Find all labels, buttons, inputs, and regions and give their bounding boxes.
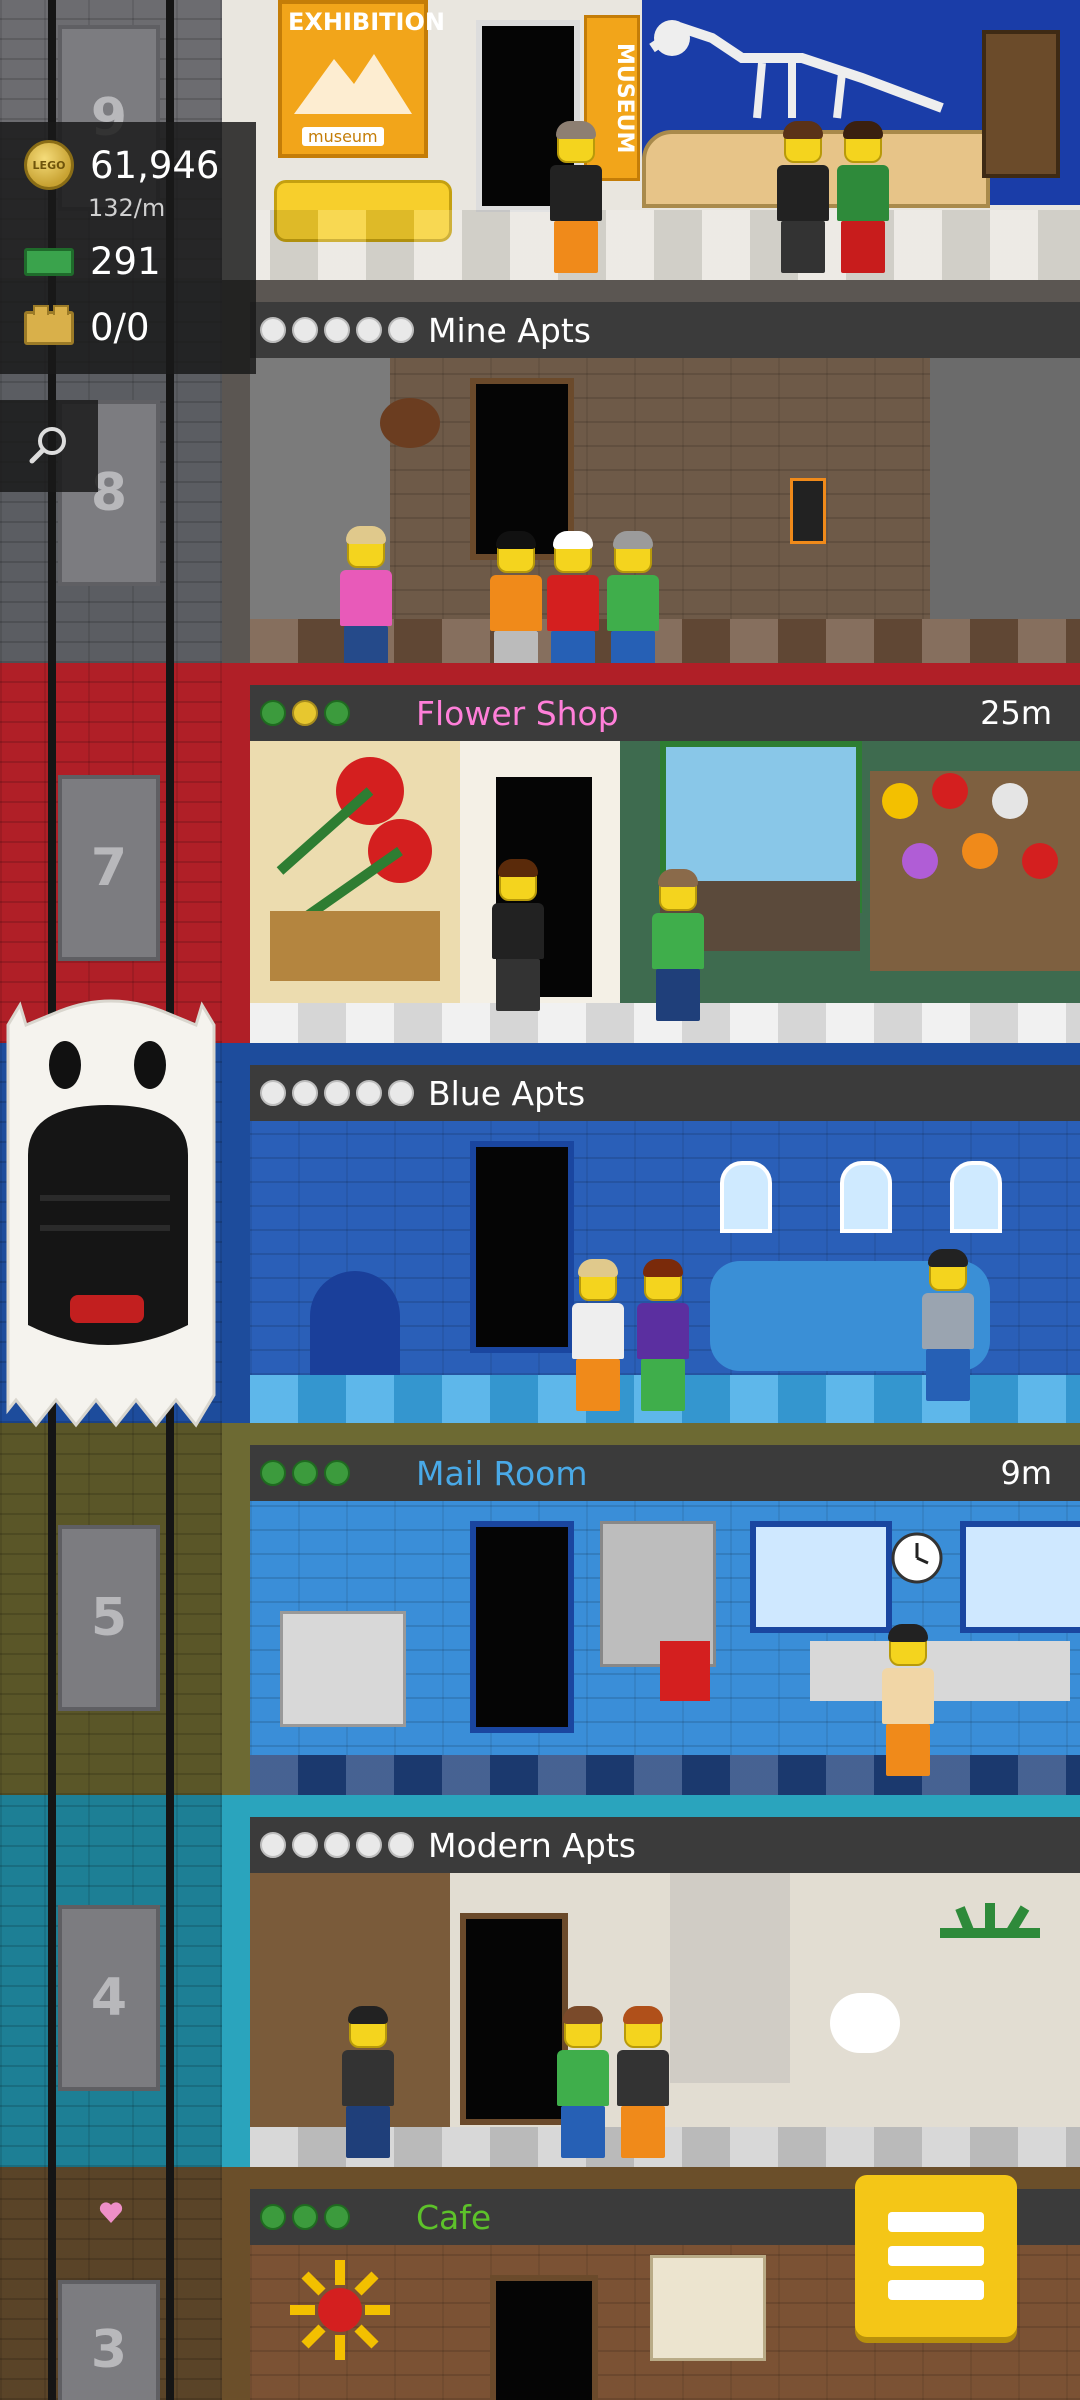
coins-value: 61,946 xyxy=(90,143,220,187)
minifig-resident[interactable] xyxy=(490,531,542,683)
bux-value: 291 xyxy=(90,240,161,283)
lantern xyxy=(790,478,826,544)
elevator-floor-button-5[interactable]: 5 xyxy=(58,1525,160,1711)
cafe-doorway xyxy=(490,2275,598,2400)
floor-name: Mine Apts xyxy=(428,310,592,350)
ghost-icon[interactable] xyxy=(0,995,222,1430)
floor-name: Blue Apts xyxy=(428,1073,586,1113)
exhibition-poster: EXHIBITION museum xyxy=(278,0,445,158)
arched-window xyxy=(720,1161,772,1233)
flower-display xyxy=(870,771,1080,971)
minifig-resident[interactable] xyxy=(557,2006,609,2158)
bricks-counter: 0/0 xyxy=(24,304,150,349)
flower-shelf xyxy=(270,911,440,981)
floor-name: Modern Apts xyxy=(428,1825,636,1865)
mail-doorway xyxy=(470,1521,574,1733)
floor-name: Flower Shop xyxy=(416,693,619,733)
search-button[interactable] xyxy=(0,400,98,492)
resource-panel: LEGO 61,946 132/m 291 0/0 xyxy=(0,122,256,374)
floor-label-mail: Mail Room 9m xyxy=(250,1445,1080,1501)
bricks-value: 0/0 xyxy=(90,306,150,349)
mail-desk xyxy=(810,1641,1070,1701)
coins-counter: LEGO 61,946 xyxy=(24,140,219,190)
blue-table xyxy=(310,1271,400,1381)
coins-rate: 132/m xyxy=(88,194,166,222)
mail-room xyxy=(250,1501,1080,1795)
floor-modern-apts[interactable]: Modern Apts xyxy=(222,1795,1080,2167)
minifig-resident[interactable] xyxy=(637,1259,689,1411)
floor-mail-room[interactable]: Mail Room 9m xyxy=(222,1423,1080,1795)
floor-rating xyxy=(260,1832,420,1858)
museum-floor xyxy=(222,210,1080,280)
mail-window xyxy=(960,1521,1080,1633)
elevator-floor-button-4[interactable]: 4 xyxy=(58,1905,160,2091)
minifig-visitor[interactable] xyxy=(550,121,602,273)
floor-timer: 9m xyxy=(1000,1454,1052,1492)
hat-decor xyxy=(380,398,440,448)
floor-label-flower: Flower Shop 25m xyxy=(250,685,1080,741)
minifig-resident[interactable] xyxy=(340,526,392,678)
museum-room: EXHIBITION museum MUSEUM xyxy=(222,0,1080,280)
plant-icon xyxy=(940,1903,1040,1938)
coin-icon-label: LEGO xyxy=(32,158,66,172)
minifig-visitor[interactable] xyxy=(777,121,829,273)
floor-rating xyxy=(260,1460,356,1486)
menu-icon xyxy=(888,2280,984,2300)
heart-icon xyxy=(99,2202,123,2223)
floor-rating xyxy=(260,317,420,343)
caveman-display xyxy=(982,30,1060,178)
minifig-resident[interactable] xyxy=(547,531,599,683)
floor-rating xyxy=(260,1080,420,1106)
mountain-icon xyxy=(294,54,412,114)
cafe-menu-board xyxy=(650,2255,766,2361)
minifig-customer[interactable] xyxy=(652,869,704,1021)
rock-wall xyxy=(930,358,1080,663)
modern-doorway xyxy=(460,1913,568,2125)
toilet xyxy=(830,1993,900,2053)
minifig-customer[interactable] xyxy=(492,859,544,1011)
floor-label-blue: Blue Apts xyxy=(250,1065,1080,1121)
mailbox xyxy=(660,1641,710,1701)
floor-blue-apts[interactable]: Blue Apts xyxy=(222,1043,1080,1423)
floor-label-mine: Mine Apts xyxy=(250,302,1080,358)
main-menu-button[interactable] xyxy=(855,2175,1017,2337)
mail-window xyxy=(750,1521,892,1633)
floor-rating xyxy=(260,2204,356,2230)
museum-sign-small: museum xyxy=(302,127,384,146)
elevator-floor-button-7[interactable]: 7 xyxy=(58,775,160,961)
arched-window xyxy=(840,1161,892,1233)
floor-rating xyxy=(260,700,356,726)
clock-icon xyxy=(891,1532,943,1584)
blue-doorway xyxy=(470,1141,574,1353)
minifig-resident[interactable] xyxy=(342,2006,394,2158)
minifig-visitor[interactable] xyxy=(837,121,889,273)
minifig-resident[interactable] xyxy=(572,1259,624,1411)
bux-counter: 291 xyxy=(24,240,161,283)
coin-icon: LEGO xyxy=(24,140,74,190)
bux-icon xyxy=(24,247,74,276)
minifig-resident[interactable] xyxy=(617,2006,669,2158)
mail-floor xyxy=(250,1755,1080,1795)
menu-icon xyxy=(888,2246,984,2266)
floor-museum[interactable]: EXHIBITION museum MUSEUM xyxy=(222,0,1080,280)
minifig-worker[interactable] xyxy=(882,1624,934,1776)
floor-name: Mail Room xyxy=(416,1453,588,1493)
menu-icon xyxy=(888,2212,984,2232)
copier xyxy=(280,1611,406,1727)
shower-wall xyxy=(670,1873,790,2083)
floor-mine-apts[interactable]: Mine Apts xyxy=(222,280,1080,683)
flower-bunch-icon xyxy=(882,773,1058,879)
sun-decor xyxy=(290,2260,390,2360)
floor-flower-shop[interactable]: Flower Shop 25m xyxy=(222,663,1080,1043)
elevator-floor-button-3[interactable]: 3 xyxy=(58,2280,160,2400)
floor-timer: 25m xyxy=(980,694,1052,732)
exhibition-sign: EXHIBITION xyxy=(288,8,445,36)
floor-label-modern: Modern Apts xyxy=(250,1817,1080,1873)
minifig-resident[interactable] xyxy=(922,1249,974,1401)
brick-icon xyxy=(24,304,74,345)
minifig-resident[interactable] xyxy=(607,531,659,683)
search-icon xyxy=(29,427,66,464)
floor-name: Cafe xyxy=(416,2197,492,2237)
arched-window xyxy=(950,1161,1002,1233)
